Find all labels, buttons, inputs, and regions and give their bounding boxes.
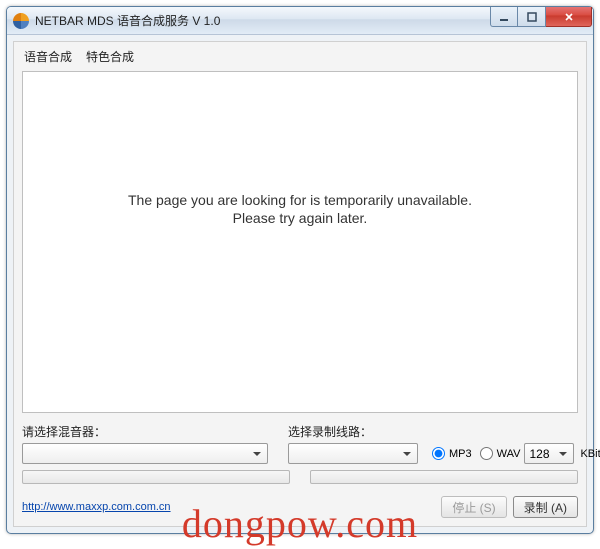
content-panel: The page you are looking for is temporar…: [22, 71, 578, 413]
recording-line-select[interactable]: [288, 443, 418, 464]
maximize-button[interactable]: [518, 7, 546, 27]
recording-line-column: 选择录制线路：: [288, 423, 418, 464]
format-radios: MP3 WAV 128 KBit/s: [428, 443, 600, 464]
radio-wav-label: WAV: [497, 448, 521, 460]
app-icon: [13, 13, 29, 29]
progress-bar-right: [310, 470, 578, 484]
minimize-icon: [499, 12, 509, 22]
website-link[interactable]: http://www.maxxp.com.com.cn: [22, 501, 171, 513]
radio-mp3-input[interactable]: [432, 447, 445, 460]
mixer-label: 请选择混音器：: [22, 423, 268, 440]
menu-voice-synth[interactable]: 语音合成: [24, 48, 72, 65]
footer-row: http://www.maxxp.com.com.cn 停止 (S) 录制 (A…: [22, 496, 578, 518]
mixer-select[interactable]: [22, 443, 268, 464]
menu-special-synth[interactable]: 特色合成: [86, 48, 134, 65]
mixer-column: 请选择混音器：: [22, 423, 268, 464]
error-message-line2: Please try again later.: [233, 210, 368, 226]
window-buttons: [490, 7, 592, 27]
bitrate-select[interactable]: 128: [524, 443, 574, 464]
radio-wav[interactable]: WAV: [476, 447, 521, 460]
error-message-line1: The page you are looking for is temporar…: [128, 192, 472, 208]
close-button[interactable]: [546, 7, 592, 27]
radio-mp3-label: MP3: [449, 448, 472, 460]
recording-line-label: 选择录制线路：: [288, 423, 418, 440]
client-area: 语音合成 特色合成 The page you are looking for i…: [13, 41, 587, 527]
radio-wav-input[interactable]: [480, 447, 493, 460]
minimize-button[interactable]: [490, 7, 518, 27]
record-button[interactable]: 录制 (A): [513, 496, 578, 518]
bitrate-value: 128: [529, 447, 549, 461]
bitrate-unit: KBit/s: [580, 448, 600, 460]
progress-bar-left: [22, 470, 290, 484]
window-title: NETBAR MDS 语音合成服务 V 1.0: [35, 12, 490, 29]
app-window: NETBAR MDS 语音合成服务 V 1.0 语音合成 特色合成 The pa…: [6, 6, 594, 534]
stop-button[interactable]: 停止 (S): [441, 496, 506, 518]
titlebar[interactable]: NETBAR MDS 语音合成服务 V 1.0: [7, 7, 593, 35]
stop-button-label: 停止 (S): [452, 499, 495, 516]
close-icon: [564, 12, 574, 22]
options-row: 请选择混音器： 选择录制线路： MP3 WAV: [22, 423, 578, 464]
record-button-label: 录制 (A): [524, 499, 567, 516]
menu-bar: 语音合成 特色合成: [22, 48, 578, 71]
radio-mp3[interactable]: MP3: [428, 447, 472, 460]
progress-row: [22, 470, 578, 484]
maximize-icon: [527, 12, 537, 22]
